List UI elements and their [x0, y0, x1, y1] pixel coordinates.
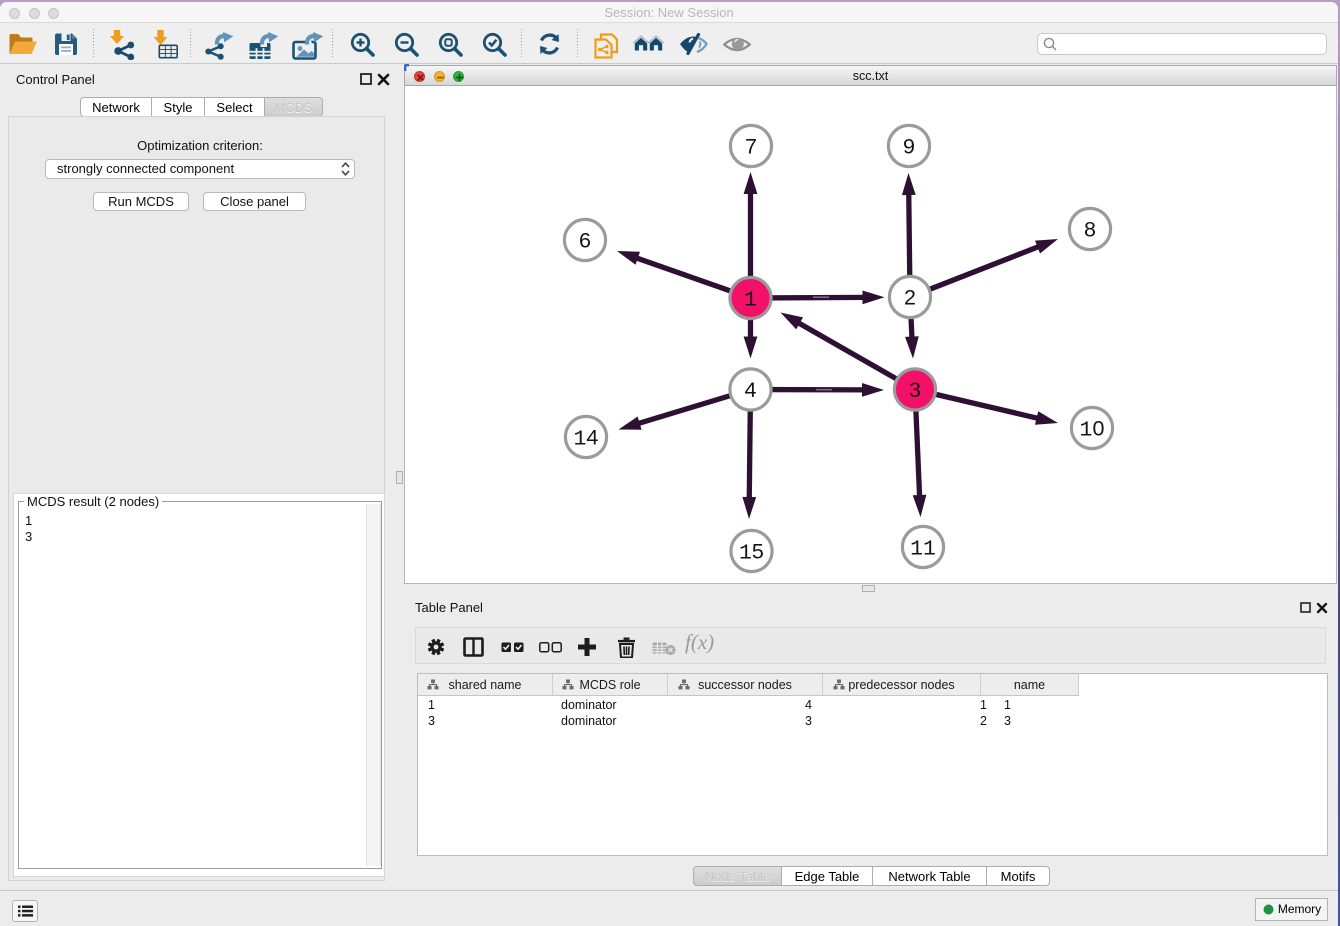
- svg-text:2: 2: [904, 286, 916, 310]
- svg-text:0: 0: [1093, 417, 1105, 441]
- svg-text:5: 5: [752, 540, 764, 564]
- svg-text:1: 1: [739, 542, 752, 566]
- svg-text:1: 1: [1080, 419, 1093, 443]
- svg-text:1: 1: [574, 428, 587, 452]
- svg-text:1: 1: [744, 289, 757, 313]
- svg-text:4: 4: [586, 426, 598, 450]
- svg-text:9: 9: [903, 135, 915, 159]
- svg-text:7: 7: [745, 135, 757, 159]
- svg-text:6: 6: [579, 229, 591, 253]
- svg-text:1: 1: [910, 538, 923, 562]
- svg-text:1: 1: [923, 538, 936, 562]
- svg-text:8: 8: [1084, 218, 1096, 242]
- svg-text:4: 4: [745, 378, 757, 402]
- svg-text:3: 3: [909, 378, 921, 402]
